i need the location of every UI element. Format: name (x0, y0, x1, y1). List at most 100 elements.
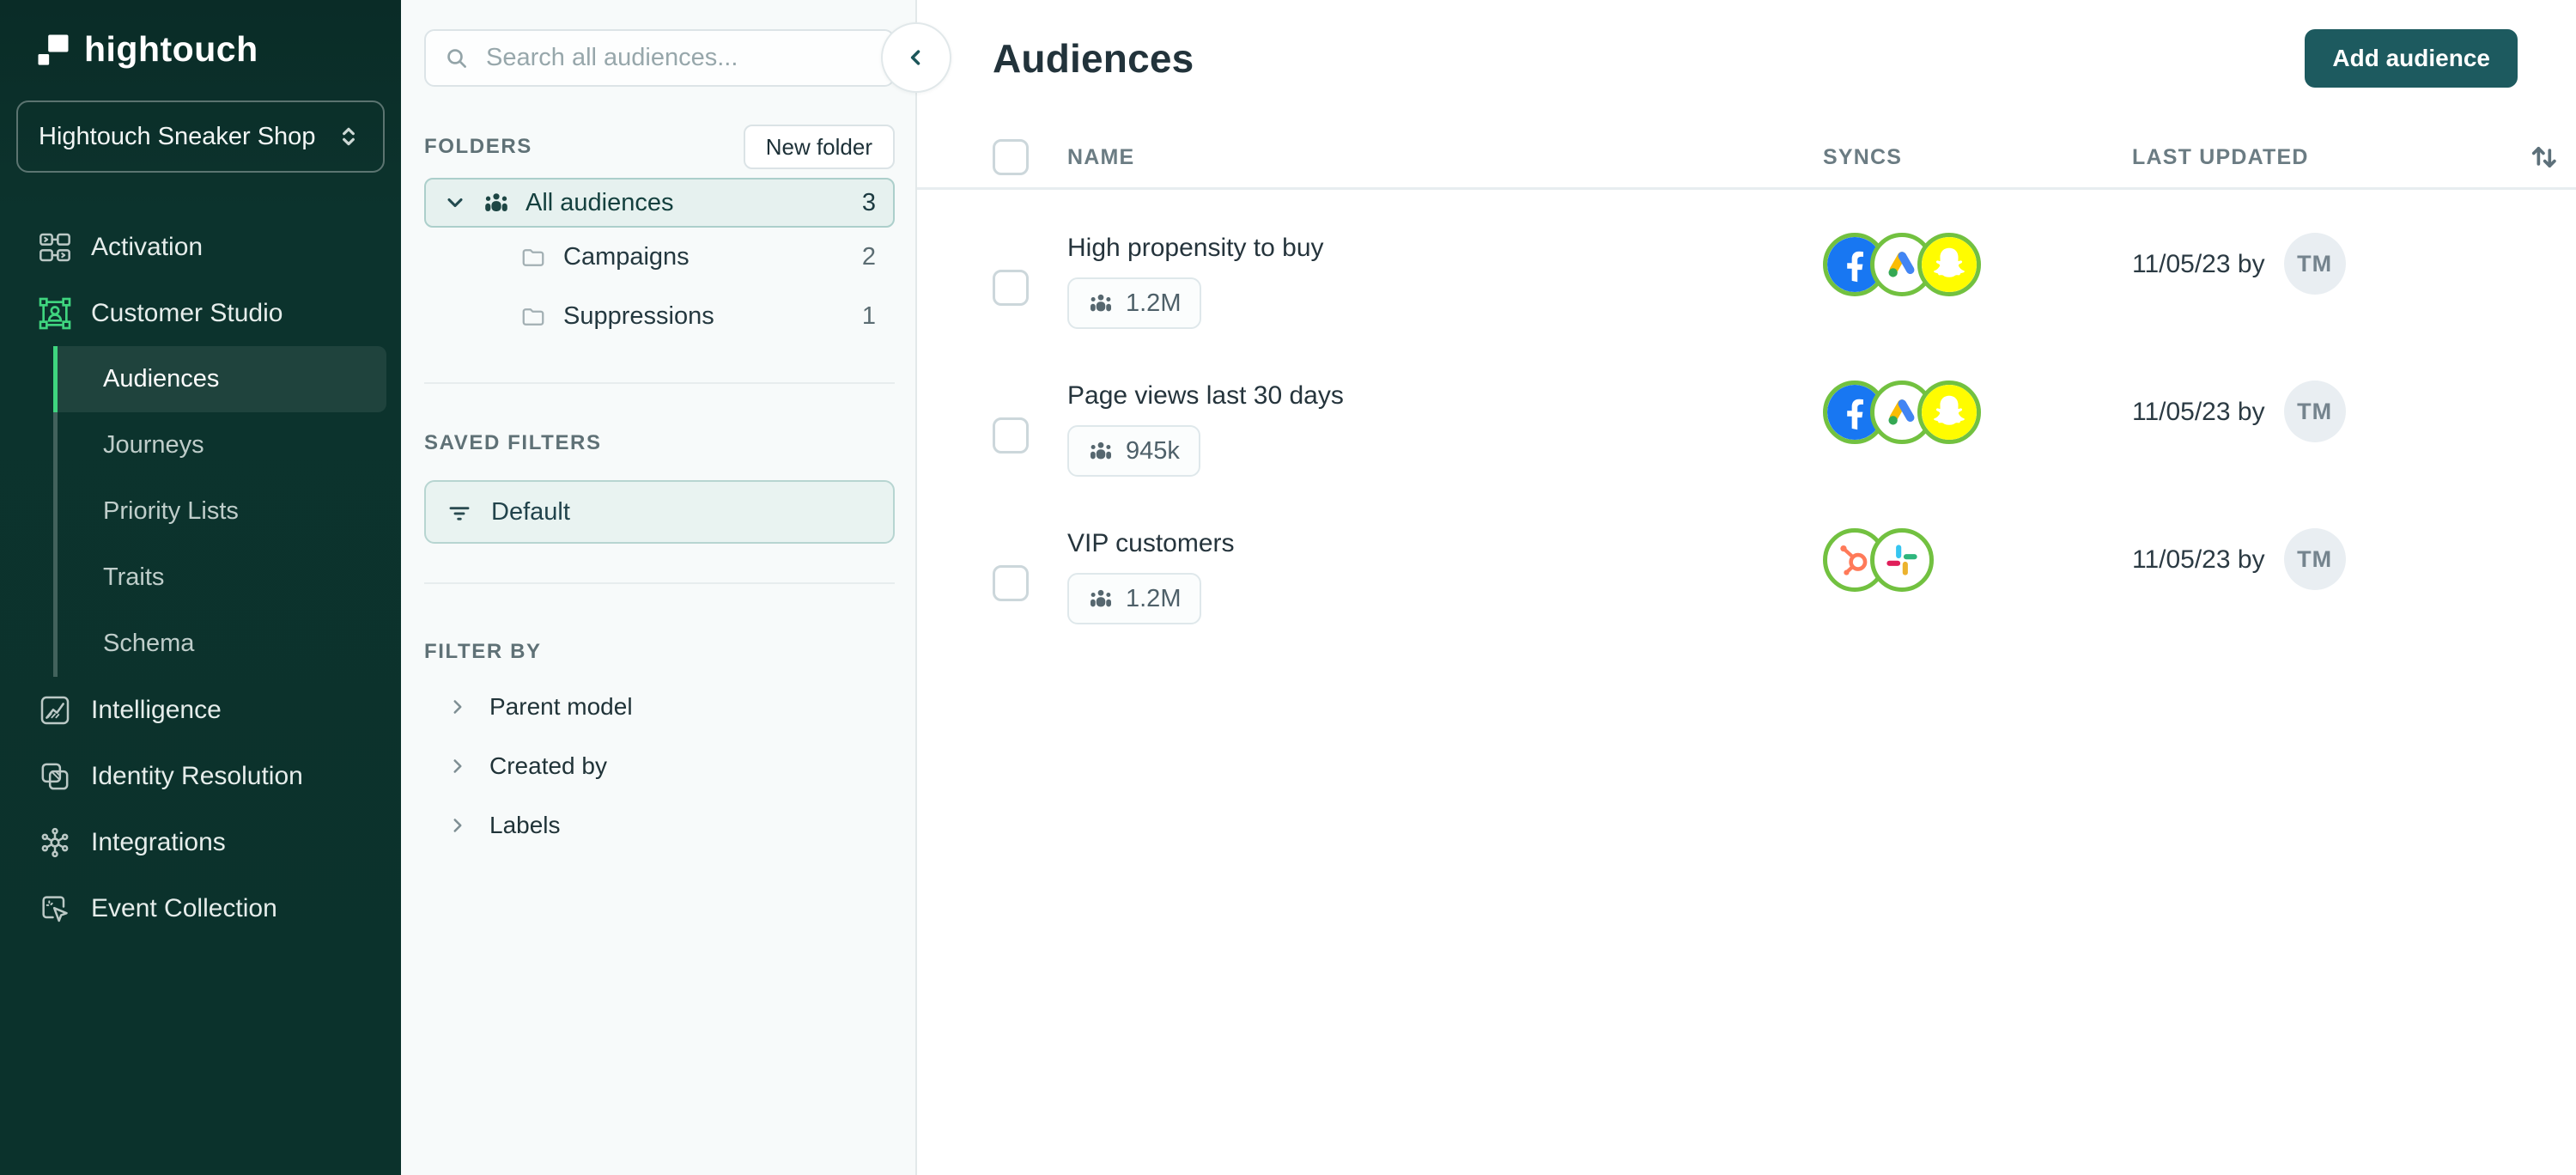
sidebar-item-label: Activation (91, 232, 204, 261)
folder-suppressions[interactable]: Suppressions 1 (424, 287, 895, 346)
folder-label: All audiences (526, 188, 674, 216)
audience-size: 1.2M (1126, 289, 1182, 317)
avatar[interactable]: TM (2283, 528, 2346, 590)
sub-item-label: Schema (103, 630, 195, 657)
audience-size: 1.2M (1126, 584, 1182, 612)
folder-campaigns[interactable]: Campaigns 2 (424, 228, 895, 287)
filter-by-label: Labels (489, 811, 561, 838)
folder-count: 2 (861, 243, 876, 271)
chevron-right-icon (447, 755, 469, 777)
filter-labels[interactable]: Labels (424, 795, 895, 855)
folders-section-head: FOLDERS New folder (424, 125, 895, 169)
avatar[interactable]: TM (2283, 233, 2346, 295)
column-header-syncs: SYNCS (1823, 144, 1903, 169)
chevron-left-icon (910, 50, 920, 65)
customer-studio-subnav: Audiences Journeys Priority Lists Traits… (53, 346, 401, 677)
audience-size-badge: 945k (1067, 425, 1200, 477)
filter-icon (447, 499, 472, 525)
audience-name-link[interactable]: VIP customers (1067, 528, 1235, 559)
subnav-active-indicator (53, 346, 58, 412)
collapse-panel-button[interactable] (881, 22, 951, 93)
last-updated-date: 11/05/23 by (2132, 250, 2265, 278)
sub-item-label: Journeys (103, 431, 204, 459)
audience-people-icon (1088, 290, 1114, 316)
new-folder-button[interactable]: New folder (743, 125, 895, 169)
sidebar-item-priority-lists[interactable]: Priority Lists (53, 478, 386, 545)
filter-by-label: Created by (489, 752, 607, 779)
sidebar-item-identity-resolution[interactable]: Identity Resolution (0, 743, 401, 809)
sidebar-item-event-collection[interactable]: Event Collection (0, 875, 401, 941)
search-icon (443, 45, 471, 72)
sort-icon[interactable] (2526, 139, 2562, 175)
saved-filters-header: SAVED FILTERS (424, 431, 602, 454)
saved-filter-default[interactable]: Default (424, 480, 895, 544)
sidebar-item-label: Customer Studio (91, 298, 283, 327)
sub-item-label: Priority Lists (103, 497, 239, 525)
sidebar-item-schema[interactable]: Schema (53, 611, 386, 677)
panel-divider (424, 382, 895, 384)
snapchat-icon[interactable] (1917, 381, 1981, 444)
chevron-right-icon (447, 814, 469, 837)
chevron-up-down-icon (335, 123, 362, 150)
logo-text: hightouch (84, 29, 258, 69)
sidebar-item-label: Identity Resolution (91, 761, 303, 790)
audience-name-link[interactable]: High propensity to buy (1067, 233, 1324, 264)
audience-people-icon (483, 189, 510, 216)
page-title: Audiences (993, 36, 1194, 81)
sidebar-item-label: Intelligence (91, 695, 222, 724)
sidebar-nav: Activation Customer Studio Audiences Jou… (0, 214, 401, 941)
saved-filters-section-head: SAVED FILTERS (424, 430, 895, 456)
filter-created-by[interactable]: Created by (424, 736, 895, 795)
sidebar-item-audiences[interactable]: Audiences (53, 346, 386, 412)
brand-logo: hightouch (0, 0, 401, 70)
filter-parent-model[interactable]: Parent model (424, 677, 895, 736)
sync-destinations (1823, 381, 2132, 444)
workspace-name: Hightouch Sneaker Shop (39, 122, 316, 150)
folders-header: FOLDERS (424, 135, 532, 158)
table-row: High propensity to buy 1.2M 11/05/23 by … (993, 190, 2562, 329)
sidebar-item-customer-studio[interactable]: Customer Studio (0, 280, 401, 346)
main-header: Audiences Add audience (993, 29, 2562, 88)
sidebar-item-journeys[interactable]: Journeys (53, 412, 386, 478)
search-input[interactable] (486, 44, 876, 72)
folder-count: 3 (861, 188, 876, 216)
last-updated-cell: 11/05/23 by TM (2132, 381, 2562, 444)
filter-by-header: FILTER BY (424, 640, 542, 663)
row-checkbox[interactable] (993, 270, 1029, 306)
folder-label: Campaigns (563, 243, 690, 271)
avatar[interactable]: TM (2283, 381, 2346, 442)
sub-item-label: Audiences (103, 365, 220, 393)
row-checkbox[interactable] (993, 417, 1029, 454)
column-header-name: NAME (1067, 144, 1135, 169)
chevron-right-icon (447, 696, 469, 718)
folder-label: Suppressions (563, 302, 714, 330)
sidebar-item-traits[interactable]: Traits (53, 545, 386, 611)
sidebar: hightouch Hightouch Sneaker Shop Activat… (0, 0, 401, 1175)
sidebar-item-intelligence[interactable]: Intelligence (0, 677, 401, 743)
audience-people-icon (1088, 586, 1114, 612)
audience-size: 945k (1126, 436, 1180, 465)
select-all-checkbox[interactable] (993, 139, 1029, 175)
app-window: hightouch Hightouch Sneaker Shop Activat… (0, 0, 2576, 1175)
last-updated-cell: 11/05/23 by TM (2132, 528, 2562, 592)
sub-item-label: Traits (103, 563, 165, 591)
sidebar-item-activation[interactable]: Activation (0, 214, 401, 280)
event-collection-icon (38, 892, 72, 926)
panel-divider (424, 582, 895, 584)
audience-name-link[interactable]: Page views last 30 days (1067, 381, 1344, 411)
sidebar-item-integrations[interactable]: Integrations (0, 809, 401, 875)
table-header: NAME SYNCS LAST UPDATED (917, 139, 2576, 190)
sidebar-item-label: Integrations (91, 827, 226, 856)
workspace-selector[interactable]: Hightouch Sneaker Shop (16, 100, 385, 173)
integrations-icon (38, 825, 72, 860)
snapchat-icon[interactable] (1917, 233, 1981, 296)
row-checkbox[interactable] (993, 565, 1029, 601)
slack-icon[interactable] (1870, 528, 1934, 592)
filter-by-list: Parent model Created by Labels (424, 677, 895, 855)
chevron-down-icon[interactable] (443, 191, 467, 215)
folder-icon (520, 304, 546, 330)
main-content: Audiences Add audience NAME SYNCS LAST U… (917, 0, 2576, 1175)
add-audience-button[interactable]: Add audience (2305, 29, 2518, 88)
column-header-last-updated: LAST UPDATED (2132, 144, 2309, 169)
folder-all-audiences[interactable]: All audiences 3 (424, 178, 895, 228)
